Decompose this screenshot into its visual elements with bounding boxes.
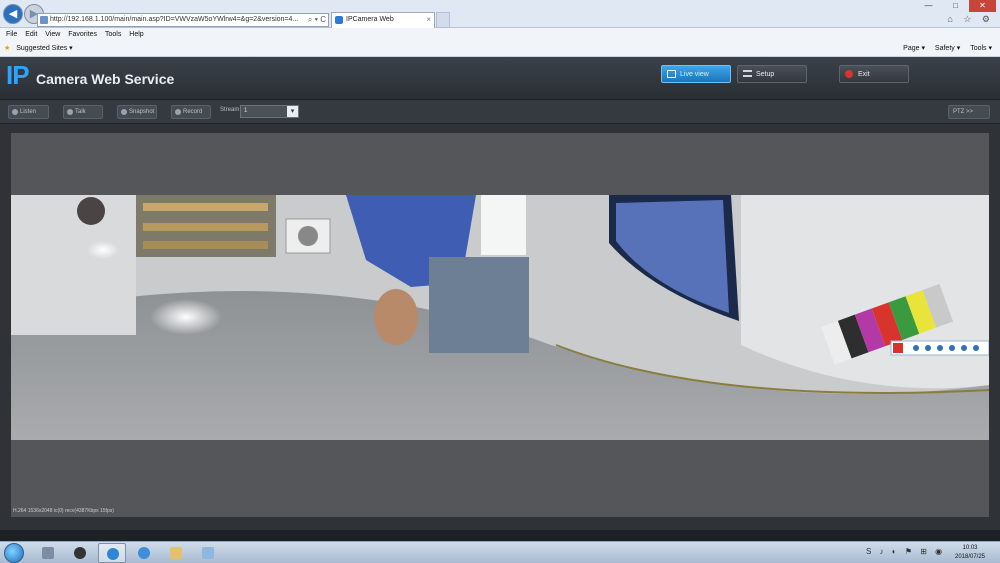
listen-label: Listen bbox=[20, 109, 37, 115]
camera-live-image bbox=[11, 195, 989, 440]
video-status-text: H.264 1536x2048 ic(0) recv(4387Kbps 15fp… bbox=[13, 508, 114, 514]
system-clock[interactable]: 10:03 2018/07/25 bbox=[948, 544, 992, 562]
page-menu[interactable]: Page ▾ bbox=[903, 45, 925, 52]
headphones-icon bbox=[12, 109, 18, 115]
browser-icon bbox=[138, 547, 150, 559]
talk-label: Talk bbox=[75, 109, 86, 115]
taskbar-app-calculator[interactable] bbox=[34, 543, 62, 563]
setup-button[interactable]: Setup bbox=[737, 65, 807, 83]
taskbar-app-internet-explorer[interactable] bbox=[98, 543, 126, 563]
ie-icon bbox=[107, 548, 119, 560]
listen-button[interactable]: Listen bbox=[8, 105, 49, 119]
exit-button[interactable]: Exit bbox=[839, 65, 909, 83]
favorites-bar: ★ Suggested Sites ▾ Page ▾ Safety ▾ Tool… bbox=[0, 41, 1000, 57]
taskbar-app-explorer[interactable] bbox=[162, 543, 190, 563]
safety-menu[interactable]: Safety ▾ bbox=[935, 45, 960, 52]
snapshot-button[interactable]: Snapshot bbox=[117, 105, 157, 119]
minimize-button[interactable]: — bbox=[915, 0, 942, 12]
talk-button[interactable]: Talk bbox=[63, 105, 103, 119]
menu-tools[interactable]: Tools bbox=[105, 31, 121, 38]
logo-ip: IP bbox=[6, 60, 30, 90]
taskbar: S ♪ ◐ ⚑ ⊞ ◉ 10:03 2018/07/25 bbox=[0, 541, 1000, 563]
taskbar-app-browser[interactable] bbox=[130, 543, 158, 563]
menu-help[interactable]: Help bbox=[129, 31, 143, 38]
ptz-button[interactable]: PTZ >> bbox=[948, 105, 990, 119]
stream-select[interactable]: 1 ▾ bbox=[240, 105, 299, 118]
live-view-button[interactable]: Live view bbox=[661, 65, 731, 83]
system-tray-icons[interactable]: S ♪ ◐ ⚑ ⊞ ◉ bbox=[866, 547, 945, 556]
setup-label: Setup bbox=[756, 71, 775, 78]
power-icon bbox=[845, 70, 853, 78]
page-icon bbox=[40, 16, 48, 24]
paint-icon bbox=[202, 547, 214, 559]
stream-value: 1 bbox=[244, 108, 248, 114]
address-bar[interactable]: http://192.168.1.100/main/main.asp?ID=VW… bbox=[37, 13, 329, 27]
browser-title-bar: ◀ ▶ http://192.168.1.100/main/main.asp?I… bbox=[0, 0, 1000, 28]
menu-file[interactable]: File bbox=[6, 31, 17, 38]
app-header: IP Camera Web Service Live view Setup Ex… bbox=[0, 57, 1000, 100]
window-controls: — □ ✕ bbox=[915, 0, 996, 12]
chevron-down-icon[interactable]: ▾ bbox=[287, 106, 298, 117]
record-icon bbox=[175, 109, 181, 115]
list-icon bbox=[743, 70, 752, 77]
menu-edit[interactable]: Edit bbox=[25, 31, 37, 38]
app-title: Camera Web Service bbox=[36, 71, 175, 87]
folder-icon bbox=[170, 547, 182, 559]
close-tab-icon[interactable]: × bbox=[426, 13, 431, 27]
record-label: Record bbox=[183, 109, 203, 115]
monitor-icon bbox=[667, 70, 676, 78]
snapshot-label: Snapshot bbox=[129, 109, 155, 115]
menu-bar: File Edit View Favorites Tools Help bbox=[0, 28, 1000, 41]
clock-time: 10:03 bbox=[962, 545, 978, 551]
video-container: H.264 1536x2048 ic(0) recv(4387Kbps 15fp… bbox=[0, 124, 1000, 530]
camera-icon bbox=[121, 109, 127, 115]
address-actions[interactable]: ⌕ ▾ C bbox=[305, 14, 326, 26]
maximize-button[interactable]: □ bbox=[942, 0, 969, 12]
menu-view[interactable]: View bbox=[45, 31, 60, 38]
footer-bar bbox=[0, 530, 1000, 541]
taskbar-app-qq[interactable] bbox=[66, 543, 94, 563]
favorites-star-icon[interactable]: ★ bbox=[4, 45, 10, 52]
record-button[interactable]: Record bbox=[171, 105, 211, 119]
microphone-icon bbox=[67, 109, 73, 115]
menu-favorites[interactable]: Favorites bbox=[68, 31, 97, 38]
video-toolbar: Listen Talk Snapshot Record Stream 1 ▾ P… bbox=[0, 100, 1000, 124]
exit-label: Exit bbox=[858, 71, 870, 78]
stream-label: Stream bbox=[220, 107, 240, 113]
taskbar-app-paint[interactable] bbox=[194, 543, 222, 563]
command-bar: Page ▾ Safety ▾ Tools ▾ bbox=[895, 41, 992, 56]
home-favorites-settings-icons[interactable]: ⌂ ☆ ⚙ bbox=[947, 14, 994, 25]
new-tab-button[interactable] bbox=[436, 12, 450, 28]
ie-icon bbox=[335, 16, 343, 24]
tools-menu[interactable]: Tools ▾ bbox=[970, 45, 992, 52]
tab-title: IPCamera Web bbox=[346, 16, 394, 23]
back-button[interactable]: ◀ bbox=[3, 4, 23, 24]
video-panel[interactable]: H.264 1536x2048 ic(0) recv(4387Kbps 15fp… bbox=[11, 133, 989, 517]
clock-date: 2018/07/25 bbox=[954, 554, 986, 560]
address-text: http://192.168.1.100/main/main.asp?ID=VW… bbox=[50, 16, 299, 23]
suggested-sites-link[interactable]: Suggested Sites ▾ bbox=[16, 45, 72, 52]
start-button[interactable] bbox=[4, 543, 24, 563]
live-view-label: Live view bbox=[680, 71, 709, 78]
calculator-icon bbox=[42, 547, 54, 559]
qq-icon bbox=[74, 547, 86, 559]
tab-ipcamera-web[interactable]: IPCamera Web × bbox=[331, 12, 435, 28]
close-window-button[interactable]: ✕ bbox=[969, 0, 996, 12]
